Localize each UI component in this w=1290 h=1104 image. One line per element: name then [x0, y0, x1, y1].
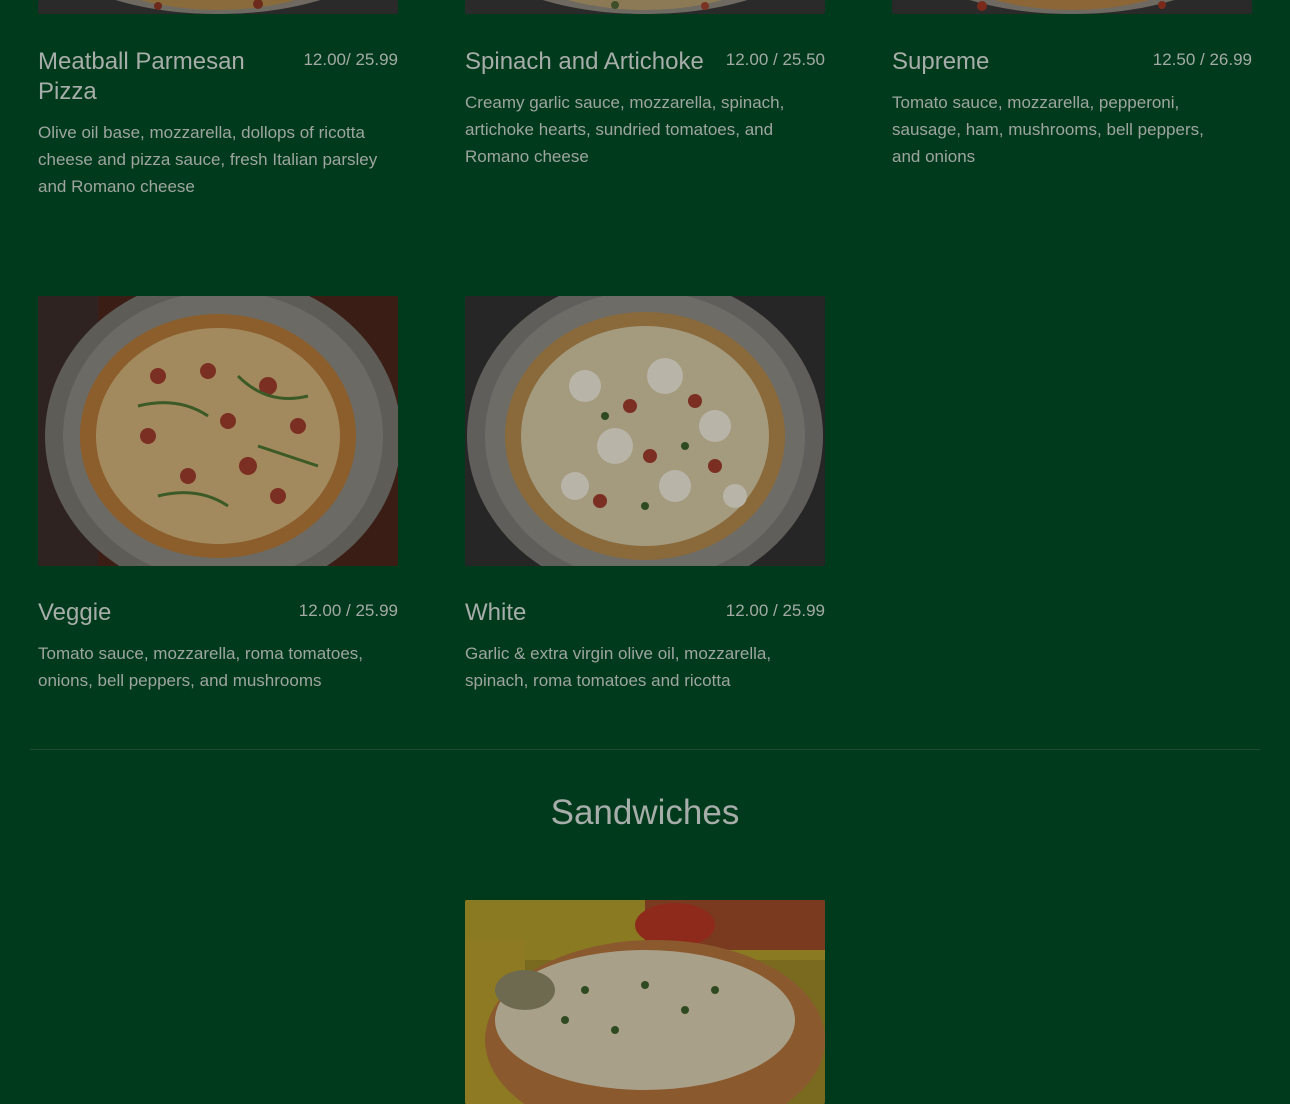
menu-item-veggie: Veggie 12.00 / 25.99 Tomato sauce, mozza… — [38, 598, 398, 694]
item-description: Garlic & extra virgin olive oil, mozzare… — [465, 644, 772, 690]
item-price: 12.00 / 25.99 — [725, 601, 825, 620]
item-description: Creamy garlic sauce, mozzarella, spinach… — [465, 93, 785, 166]
menu-item-supreme: Supreme 12.50 / 26.99 Tomato sauce, mozz… — [892, 47, 1252, 170]
section-divider — [30, 749, 1260, 750]
item-price: 12.00/ 25.99 — [303, 50, 398, 69]
sandwiches-section-title: Sandwiches — [550, 793, 740, 832]
item-price: 12.00 / 25.99 — [298, 601, 398, 620]
veggie-pizza-photo — [38, 296, 398, 566]
item-description: Tomato sauce, mozzarella, pepperoni, sau… — [892, 93, 1204, 166]
item-price: 12.00 / 25.50 — [725, 50, 825, 69]
menu-item-white: White 12.00 / 25.99 Garlic & extra virgi… — [465, 598, 825, 694]
item-description: Tomato sauce, mozzarella, roma tomatoes,… — [38, 644, 364, 690]
item-title: Veggie — [38, 599, 112, 626]
meatball-parmesan-photo — [38, 0, 398, 14]
item-title: Meatball Parmesan Pizza — [38, 48, 245, 105]
item-title: Spinach and Artichoke — [465, 48, 704, 75]
item-description: Olive oil base, mozzarella, dollops of r… — [38, 123, 378, 196]
white-pizza-photo — [465, 296, 825, 566]
menu-item-meatball-parmesan: Meatball Parmesan Pizza 12.00/ 25.99 Oli… — [38, 47, 398, 200]
item-price: 12.50 / 26.99 — [1152, 50, 1252, 69]
item-title: Supreme — [892, 48, 990, 75]
menu-page: Meatball Parmesan Pizza 12.00/ 25.99 Oli… — [0, 0, 1290, 1104]
item-title: White — [465, 599, 527, 626]
spinach-artichoke-photo — [465, 0, 825, 14]
sandwich-photo — [465, 900, 825, 1104]
menu-item-spinach-artichoke: Spinach and Artichoke 12.00 / 25.50 Crea… — [465, 47, 825, 170]
supreme-photo — [892, 0, 1252, 14]
